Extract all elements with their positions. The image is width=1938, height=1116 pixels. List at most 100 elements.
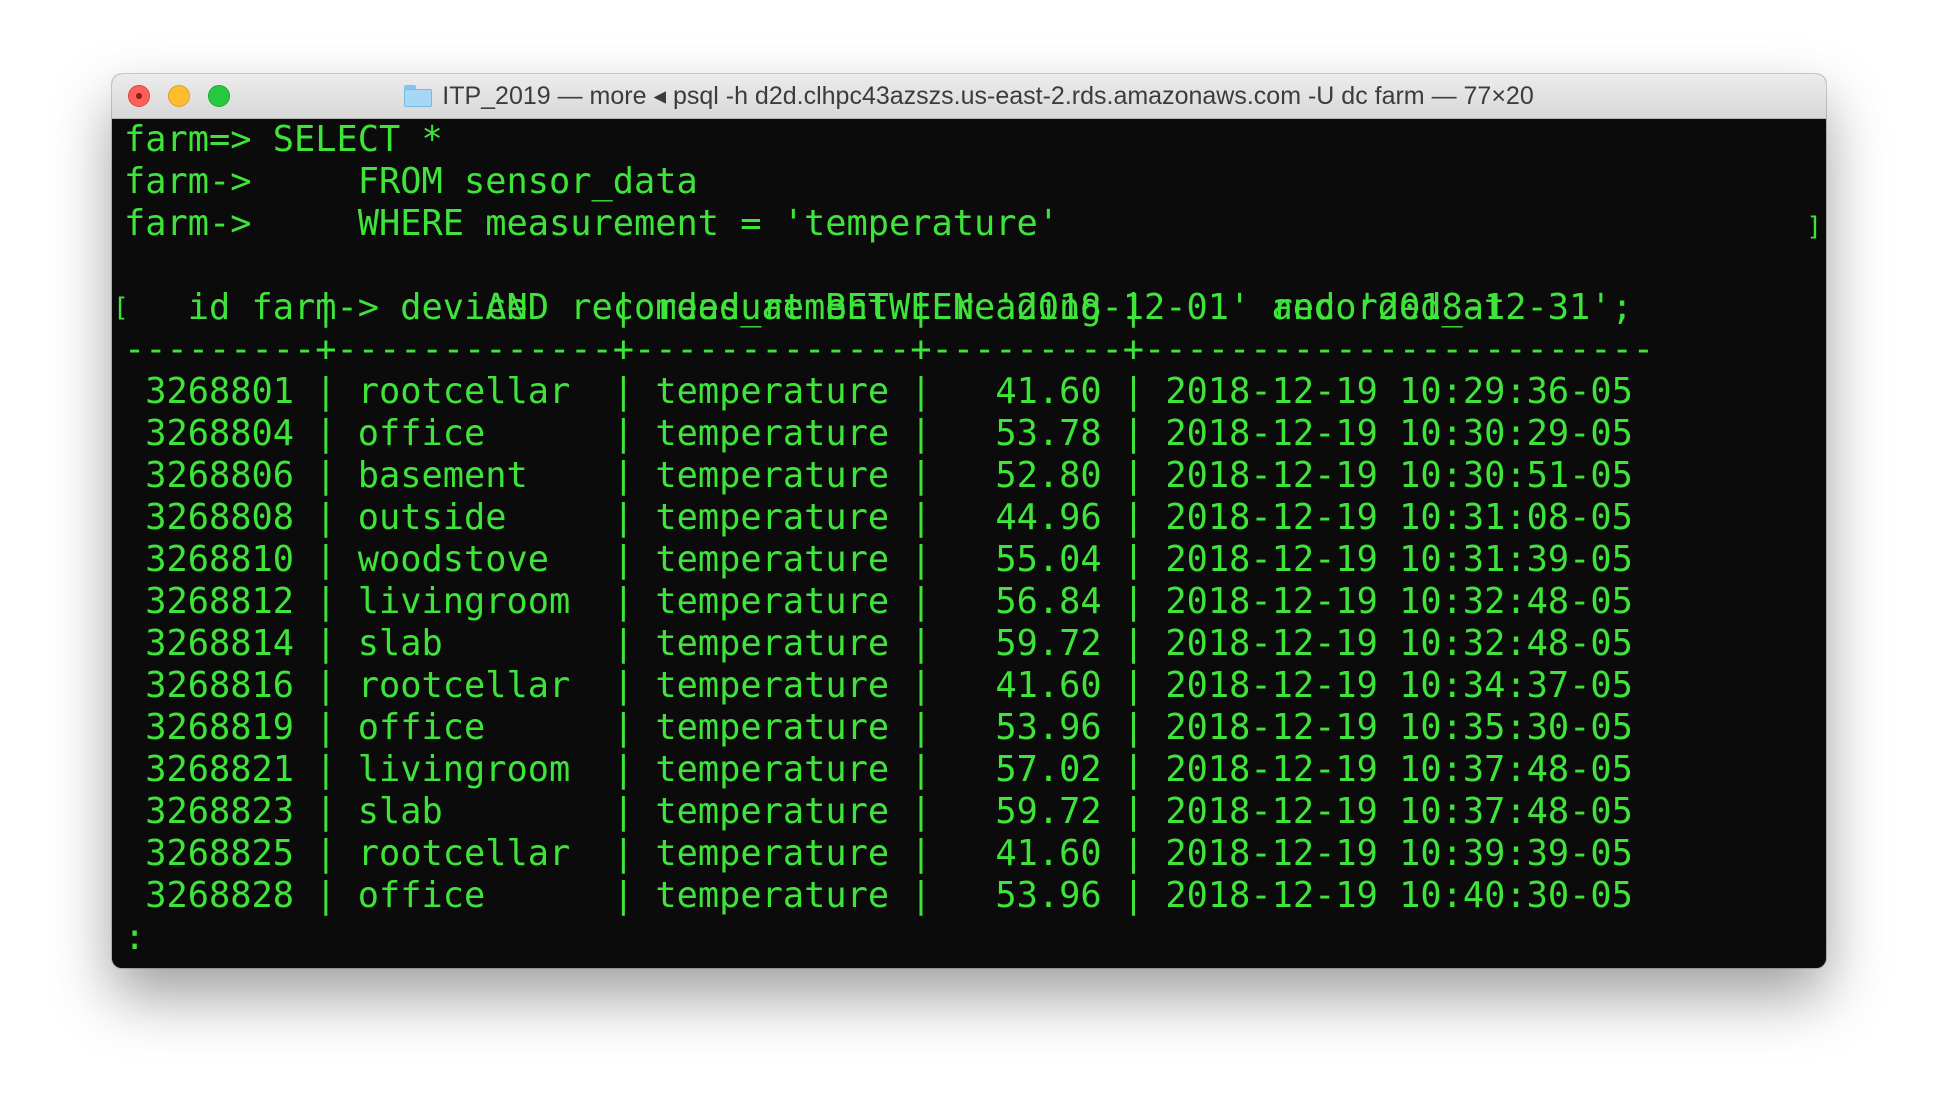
cell-measurement: temperature: [655, 749, 890, 790]
table-row: 3268812 | livingroom | temperature | 56.…: [124, 581, 1826, 623]
column-separator: |: [889, 539, 953, 580]
column-separator: |: [591, 665, 656, 706]
cell-reading: 41.60: [952, 371, 1102, 412]
cell-id: 3268812: [124, 581, 295, 622]
cell-reading: 41.60: [952, 665, 1102, 706]
cell-id: 3268810: [124, 539, 295, 580]
cell-id: 3268814: [124, 623, 295, 664]
cell-measurement: temperature: [655, 413, 890, 454]
column-separator: |: [591, 497, 656, 538]
column-separator: |: [294, 833, 358, 874]
column-separator: |: [889, 707, 953, 748]
cell-measurement: temperature: [655, 875, 890, 916]
cell-recorded-at: 2018-12-19 10:37:48-05: [1165, 791, 1633, 832]
cell-recorded-at: 2018-12-19 10:30:51-05: [1165, 455, 1633, 496]
cell-device: rootcellar: [357, 833, 592, 874]
column-separator: |: [1101, 875, 1166, 916]
terminal-window: ITP_2019 — more ◂ psql -h d2d.clhpc43azs…: [112, 74, 1826, 968]
cell-reading: 56.84: [952, 581, 1102, 622]
column-separator: |: [889, 371, 953, 412]
cell-device: office: [357, 413, 592, 454]
cell-device: rootcellar: [357, 665, 592, 706]
cell-recorded-at: 2018-12-19 10:29:36-05: [1165, 371, 1633, 412]
folder-icon: [404, 85, 433, 107]
cell-recorded-at: 2018-12-19 10:40:30-05: [1165, 875, 1633, 916]
column-separator: |: [294, 497, 358, 538]
table-row: 3268801 | rootcellar | temperature | 41.…: [124, 371, 1826, 413]
table-row: 3268808 | outside | temperature | 44.96 …: [124, 497, 1826, 539]
column-separator: |: [889, 791, 953, 832]
column-separator: |: [889, 623, 953, 664]
cell-device: livingroom: [357, 749, 592, 790]
column-separator: |: [294, 455, 358, 496]
column-separator: |: [1101, 539, 1166, 580]
cell-id: 3268816: [124, 665, 295, 706]
table-row: 3268810 | woodstove | temperature | 55.0…: [124, 539, 1826, 581]
cell-reading: 52.80: [952, 455, 1102, 496]
column-separator: |: [889, 581, 953, 622]
cell-recorded-at: 2018-12-19 10:30:29-05: [1165, 413, 1633, 454]
cell-recorded-at: 2018-12-19 10:39:39-05: [1165, 833, 1633, 874]
column-separator: |: [294, 665, 358, 706]
table-row: 3268819 | office | temperature | 53.96 |…: [124, 707, 1826, 749]
cell-id: 3268828: [124, 875, 295, 916]
column-separator: |: [294, 371, 358, 412]
column-separator: |: [1101, 833, 1166, 874]
cell-device: outside: [357, 497, 592, 538]
cell-reading: 59.72: [952, 791, 1102, 832]
cell-id: 3268823: [124, 791, 295, 832]
cell-reading: 41.60: [952, 833, 1102, 874]
cell-measurement: temperature: [655, 539, 890, 580]
cell-measurement: temperature: [655, 665, 890, 706]
query-line: farm-> FROM sensor_data: [124, 161, 698, 202]
cell-measurement: temperature: [655, 371, 890, 412]
cell-measurement: temperature: [655, 791, 890, 832]
cell-device: office: [357, 707, 592, 748]
table-row: 3268821 | livingroom | temperature | 57.…: [124, 749, 1826, 791]
column-separator: |: [591, 623, 656, 664]
cell-measurement: temperature: [655, 581, 890, 622]
column-separator: |: [889, 875, 953, 916]
column-separator: |: [1101, 581, 1166, 622]
column-separator: |: [591, 455, 656, 496]
cell-id: 3268821: [124, 749, 295, 790]
column-separator: |: [294, 539, 358, 580]
column-separator: |: [889, 413, 953, 454]
query-line: farm-> WHERE measurement = 'temperature': [124, 203, 1060, 244]
table-row: 3268816 | rootcellar | temperature | 41.…: [124, 665, 1826, 707]
column-separator: |: [889, 749, 953, 790]
cell-measurement: temperature: [655, 707, 890, 748]
cell-reading: 57.02: [952, 749, 1102, 790]
table-row: 3268828 | office | temperature | 53.96 |…: [124, 875, 1826, 917]
cell-id: 3268804: [124, 413, 295, 454]
column-separator: |: [889, 833, 953, 874]
cell-measurement: temperature: [655, 455, 890, 496]
cell-device: rootcellar: [357, 371, 592, 412]
column-separator: |: [1101, 665, 1166, 706]
bracket-right: ]: [1806, 212, 1822, 242]
cell-device: slab: [357, 791, 592, 832]
pager-prompt[interactable]: :: [124, 917, 1826, 959]
query-line: farm=> SELECT *: [124, 119, 443, 160]
result-rows: 3268801 | rootcellar | temperature | 41.…: [124, 371, 1826, 917]
cell-device: slab: [357, 623, 592, 664]
column-separator: |: [889, 455, 953, 496]
column-separator: |: [1101, 455, 1166, 496]
cell-measurement: temperature: [655, 497, 890, 538]
column-separator: |: [1101, 791, 1166, 832]
column-separator: |: [1101, 497, 1166, 538]
cell-recorded-at: 2018-12-19 10:32:48-05: [1165, 623, 1633, 664]
query-line: farm-> AND recorded_at BETWEEN '2018-12-…: [251, 287, 1633, 328]
title-bar[interactable]: ITP_2019 — more ◂ psql -h d2d.clhpc43azs…: [112, 74, 1826, 119]
column-separator: |: [889, 665, 953, 706]
column-separator: |: [294, 707, 358, 748]
column-separator: |: [591, 707, 656, 748]
column-separator: |: [1101, 707, 1166, 748]
column-separator: |: [294, 623, 358, 664]
cell-device: livingroom: [357, 581, 592, 622]
terminal-content[interactable]: farm=> SELECT * farm-> FROM sensor_data …: [112, 119, 1826, 968]
cell-reading: 53.78: [952, 413, 1102, 454]
cell-measurement: temperature: [655, 833, 890, 874]
cell-recorded-at: 2018-12-19 10:32:48-05: [1165, 581, 1633, 622]
query-line-row: [farm-> AND recorded_at BETWEEN '2018-12…: [113, 245, 1826, 328]
